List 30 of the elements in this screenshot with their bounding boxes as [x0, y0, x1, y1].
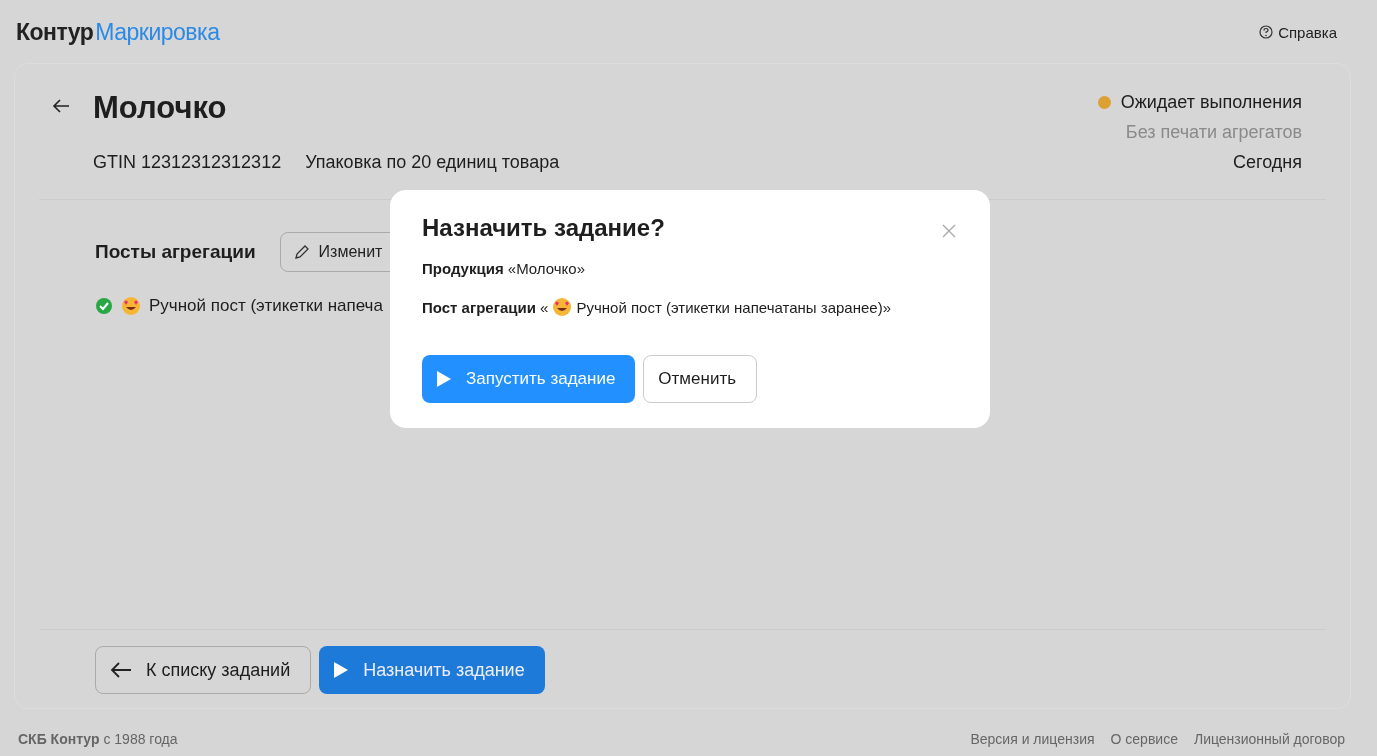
date-text: Сегодня [1233, 152, 1302, 173]
post-label: Пост агрегации « [422, 298, 549, 316]
pencil-icon [292, 243, 311, 261]
section-heading: Посты агрегации [95, 241, 256, 263]
footer-link[interactable]: Лицензионный договор [1193, 731, 1345, 747]
assign-task-button[interactable]: Назначить задание [319, 646, 545, 694]
print-mode-text: Без печати агрегатов [1125, 122, 1302, 143]
packaging-text: Упаковка по 20 единиц товара [305, 152, 560, 173]
play-icon [436, 370, 452, 388]
back-to-list-button[interactable]: К списку заданий [95, 646, 312, 694]
product-name: Маркировка [95, 18, 220, 46]
play-icon [333, 661, 350, 679]
post-value: Ручной пост (этикетки напечатаны заранее)» [576, 298, 891, 316]
logo-text: Контур [16, 18, 94, 46]
smiling-face-icon [552, 297, 573, 317]
footer-link[interactable]: Версия и лицензия [970, 731, 1095, 747]
post-name: Ручной пост (этикетки напеча [149, 296, 383, 316]
status-text: Ожидает выполнения [1120, 92, 1302, 113]
start-task-button[interactable]: Запустить задание [422, 355, 636, 403]
cancel-button[interactable]: Отменить [643, 355, 758, 403]
gtin-text: GTIN 12312312312312 [93, 152, 282, 173]
arrow-left-icon [110, 661, 132, 679]
footer-link[interactable]: О сервисе [1110, 731, 1178, 747]
task-title: Молочко [93, 90, 228, 126]
dialog-title: Назначить задание? [422, 214, 665, 242]
help-icon [1259, 25, 1274, 39]
product-line: Продукция «Молочко» [422, 260, 587, 277]
smiling-face-icon [121, 296, 141, 316]
help-link[interactable]: Справка [1278, 23, 1337, 41]
copyright-text: СКБ Контур с 1988 года [18, 731, 178, 747]
